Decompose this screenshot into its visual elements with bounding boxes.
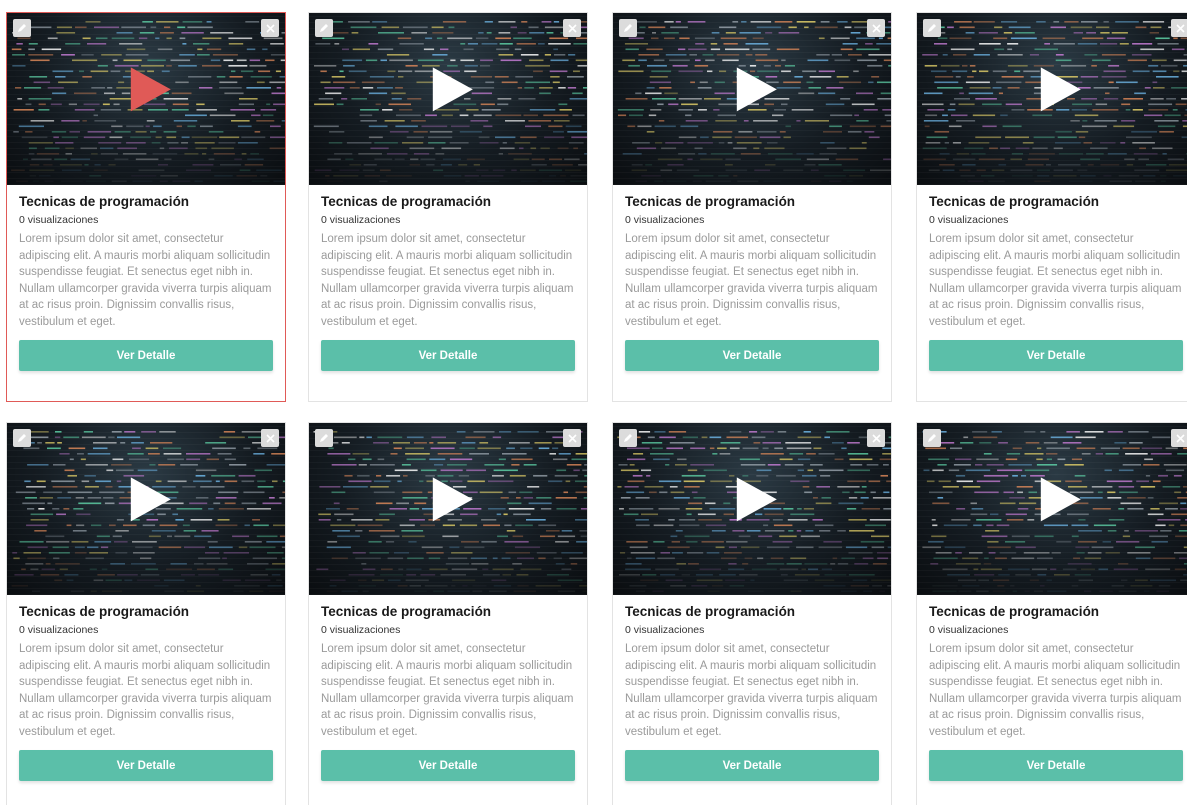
card-body: Tecnicas de programación 0 visualizacion… bbox=[7, 185, 285, 383]
pencil-icon bbox=[624, 24, 632, 32]
card-body: Tecnicas de programación 0 visualizacion… bbox=[7, 595, 285, 793]
ver-detalle-button[interactable]: Ver Detalle bbox=[321, 750, 575, 781]
ver-detalle-button[interactable]: Ver Detalle bbox=[321, 340, 575, 371]
play-icon[interactable] bbox=[130, 477, 171, 522]
card-body: Tecnicas de programación 0 visualizacion… bbox=[917, 595, 1187, 793]
pencil-icon bbox=[928, 24, 936, 32]
card-title: Tecnicas de programación bbox=[929, 604, 1100, 619]
edit-button[interactable] bbox=[619, 19, 637, 37]
video-card[interactable]: Tecnicas de programación 0 visualizacion… bbox=[916, 422, 1187, 805]
edit-button[interactable] bbox=[315, 19, 333, 37]
card-description: Lorem ipsum dolor sit amet, consectetur … bbox=[321, 643, 574, 738]
pencil-icon bbox=[928, 434, 936, 442]
card-title: Tecnicas de programación bbox=[625, 194, 796, 209]
edit-button[interactable] bbox=[13, 19, 31, 37]
video-card[interactable]: Tecnicas de programación 0 visualizacion… bbox=[612, 422, 892, 805]
edit-button[interactable] bbox=[923, 429, 941, 447]
play-icon[interactable] bbox=[130, 67, 171, 112]
edit-button[interactable] bbox=[13, 429, 31, 447]
view-count: 0 visualizaciones bbox=[19, 214, 99, 226]
pencil-icon bbox=[624, 434, 632, 442]
view-count: 0 visualizaciones bbox=[19, 624, 99, 636]
close-icon bbox=[1175, 23, 1185, 33]
close-button[interactable] bbox=[1171, 19, 1187, 37]
play-icon[interactable] bbox=[1040, 477, 1081, 522]
close-button[interactable] bbox=[563, 19, 581, 37]
video-thumbnail[interactable] bbox=[309, 13, 587, 185]
close-button[interactable] bbox=[563, 429, 581, 447]
play-icon[interactable] bbox=[432, 477, 473, 522]
card-description: Lorem ipsum dolor sit amet, consectetur … bbox=[929, 643, 1182, 738]
view-count: 0 visualizaciones bbox=[321, 214, 401, 226]
video-card[interactable]: Tecnicas de programación 0 visualizacion… bbox=[916, 12, 1187, 402]
view-count: 0 visualizaciones bbox=[929, 214, 1009, 226]
card-description: Lorem ipsum dolor sit amet, consectetur … bbox=[321, 233, 574, 328]
video-card[interactable]: Tecnicas de programación 0 visualizacion… bbox=[6, 12, 286, 402]
card-description: Lorem ipsum dolor sit amet, consectetur … bbox=[19, 233, 272, 328]
close-button[interactable] bbox=[261, 19, 279, 37]
card-title: Tecnicas de programación bbox=[19, 604, 190, 619]
edit-button[interactable] bbox=[923, 19, 941, 37]
video-thumbnail[interactable] bbox=[7, 13, 285, 185]
play-icon[interactable] bbox=[1040, 67, 1081, 112]
card-description: Lorem ipsum dolor sit amet, consectetur … bbox=[625, 643, 878, 738]
card-description: Lorem ipsum dolor sit amet, consectetur … bbox=[19, 643, 272, 738]
card-title: Tecnicas de programación bbox=[929, 194, 1100, 209]
video-card[interactable]: Tecnicas de programación 0 visualizacion… bbox=[612, 12, 892, 402]
close-icon bbox=[871, 433, 881, 443]
view-count: 0 visualizaciones bbox=[625, 624, 705, 636]
video-card[interactable]: Tecnicas de programación 0 visualizacion… bbox=[308, 12, 588, 402]
play-icon[interactable] bbox=[736, 477, 777, 522]
card-title: Tecnicas de programación bbox=[321, 194, 492, 209]
video-thumbnail[interactable] bbox=[613, 13, 891, 185]
close-button[interactable] bbox=[867, 19, 885, 37]
video-thumbnail[interactable] bbox=[917, 13, 1187, 185]
close-button[interactable] bbox=[867, 429, 885, 447]
edit-button[interactable] bbox=[315, 429, 333, 447]
ver-detalle-button[interactable]: Ver Detalle bbox=[929, 340, 1183, 371]
card-title: Tecnicas de programación bbox=[19, 194, 190, 209]
card-title: Tecnicas de programación bbox=[321, 604, 492, 619]
close-icon bbox=[265, 433, 275, 443]
close-button[interactable] bbox=[261, 429, 279, 447]
close-icon bbox=[1175, 433, 1185, 443]
ver-detalle-button[interactable]: Ver Detalle bbox=[19, 340, 273, 371]
card-body: Tecnicas de programación 0 visualizacion… bbox=[613, 185, 891, 383]
play-icon[interactable] bbox=[736, 67, 777, 112]
close-button[interactable] bbox=[1171, 429, 1187, 447]
ver-detalle-button[interactable]: Ver Detalle bbox=[19, 750, 273, 781]
pencil-icon bbox=[18, 434, 26, 442]
video-card[interactable]: Tecnicas de programación 0 visualizacion… bbox=[308, 422, 588, 805]
close-icon bbox=[871, 23, 881, 33]
view-count: 0 visualizaciones bbox=[625, 214, 705, 226]
card-description: Lorem ipsum dolor sit amet, consectetur … bbox=[625, 233, 878, 328]
card-body: Tecnicas de programación 0 visualizacion… bbox=[309, 595, 587, 793]
play-icon[interactable] bbox=[432, 67, 473, 112]
ver-detalle-button[interactable]: Ver Detalle bbox=[929, 750, 1183, 781]
pencil-icon bbox=[320, 434, 328, 442]
view-count: 0 visualizaciones bbox=[929, 624, 1009, 636]
pencil-icon bbox=[18, 24, 26, 32]
pencil-icon bbox=[320, 24, 328, 32]
video-thumbnail[interactable] bbox=[917, 423, 1187, 595]
card-body: Tecnicas de programación 0 visualizacion… bbox=[309, 185, 587, 383]
card-title: Tecnicas de programación bbox=[625, 604, 796, 619]
close-icon bbox=[567, 23, 577, 33]
video-card[interactable]: Tecnicas de programación 0 visualizacion… bbox=[6, 422, 286, 805]
video-thumbnail[interactable] bbox=[7, 423, 285, 595]
video-card-grid: Tecnicas de programación 0 visualizacion… bbox=[0, 0, 1187, 805]
video-thumbnail[interactable] bbox=[309, 423, 587, 595]
ver-detalle-button[interactable]: Ver Detalle bbox=[625, 340, 879, 371]
card-body: Tecnicas de programación 0 visualizacion… bbox=[613, 595, 891, 793]
video-thumbnail[interactable] bbox=[613, 423, 891, 595]
view-count: 0 visualizaciones bbox=[321, 624, 401, 636]
card-body: Tecnicas de programación 0 visualizacion… bbox=[917, 185, 1187, 383]
ver-detalle-button[interactable]: Ver Detalle bbox=[625, 750, 879, 781]
close-icon bbox=[265, 23, 275, 33]
close-icon bbox=[567, 433, 577, 443]
edit-button[interactable] bbox=[619, 429, 637, 447]
card-description: Lorem ipsum dolor sit amet, consectetur … bbox=[929, 233, 1182, 328]
